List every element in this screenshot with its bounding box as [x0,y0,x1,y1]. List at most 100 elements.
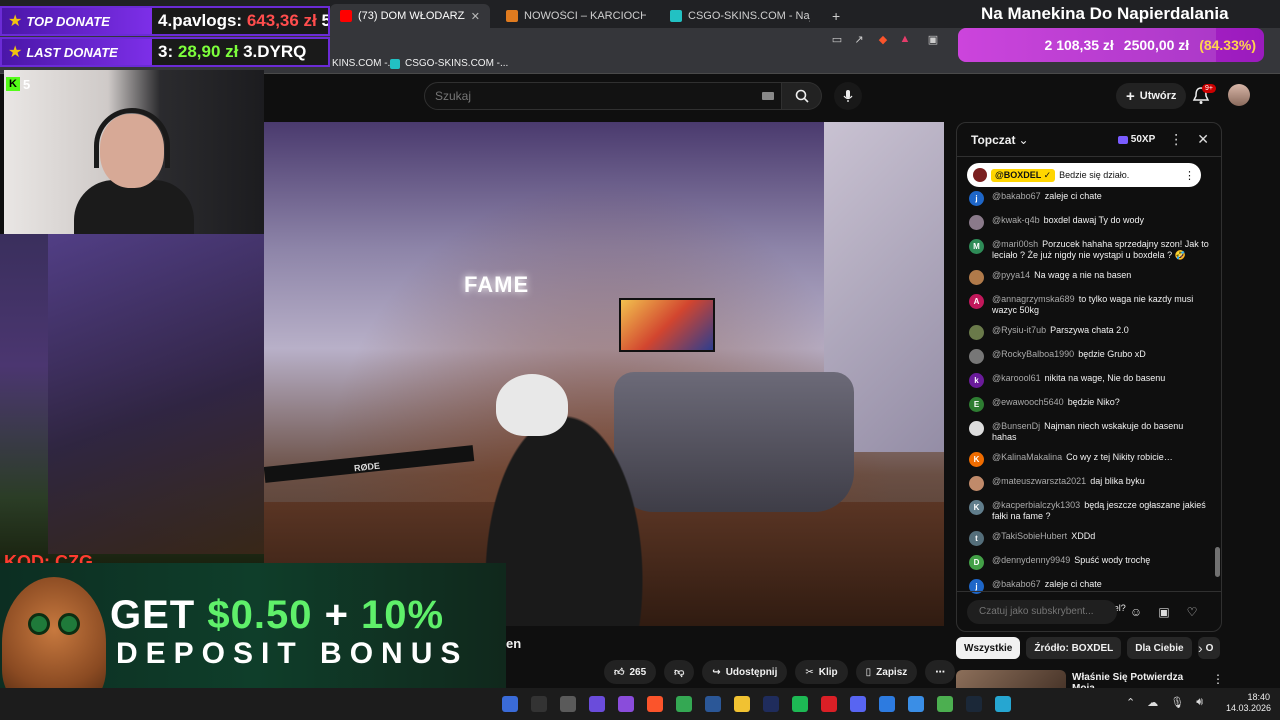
chevron-up-icon[interactable]: ⌃ [1126,696,1135,709]
chat-username[interactable]: @BunsenDj [992,421,1040,431]
close-icon[interactable]: ✕ [471,10,480,23]
chat-message[interactable]: M @mari00sh Porzucek hahaha sprzedajny szo… [969,239,1209,261]
chat-message[interactable]: j @bakabo67 zaleje ci chate [969,191,1209,206]
chat-message[interactable]: @RockyBalboa1990 będzie Grubo xD [969,349,1209,364]
photoshop-icon[interactable] [763,696,779,712]
chat-message[interactable]: k @karoool61 nikita na wage, Nie do basenu [969,373,1209,388]
chat-menu-icon[interactable]: ⋮ [1169,131,1183,148]
tab-csgo-skins[interactable]: CSGO-SKINS.COM - Najlepsze Skrzy [660,4,820,28]
chat-username[interactable]: @bakabo67 [992,579,1041,589]
chat-username[interactable]: @pyya14 [992,270,1030,280]
chat-message[interactable]: @pyya14 Na wagę a nie na basen [969,270,1209,285]
brave-shield-icon[interactable]: ◆ [874,33,892,47]
minecraft-icon[interactable] [937,696,953,712]
chat-username[interactable]: @mateuszwarszta2021 [992,476,1086,486]
chat-username[interactable]: @dennydenny9949 [992,555,1070,565]
chat-message[interactable]: @Rysiu-it7ub Parszywa chata 2.0 [969,325,1209,340]
avatar[interactable] [1228,84,1250,106]
tab-karcioch[interactable]: NOWOŚCI – KARCIOCH [496,4,656,28]
chat-username[interactable]: @kacperbialczyk1303 [992,500,1080,510]
mail-icon[interactable] [502,696,518,712]
chat-username[interactable]: @Rysiu-it7ub [992,325,1046,335]
tab-youtube[interactable]: (73) DOM WŁODARZA IRL: 50 ✕ [330,4,490,28]
chat-username[interactable]: @bakabo67 [992,191,1041,201]
video-player[interactable]: FAME RØDE [264,122,944,626]
extension-icon[interactable]: ▣ [924,33,942,47]
app-blue3-icon[interactable] [908,696,924,712]
spotify-icon[interactable] [792,696,808,712]
cast-icon[interactable]: ▭ [828,33,846,47]
steam-icon[interactable] [966,696,982,712]
cc-icon[interactable] [821,696,837,712]
folder-icon[interactable] [734,696,750,712]
chevron-right-icon[interactable]: › [1198,640,1203,656]
github-icon[interactable] [531,696,547,712]
chip-source[interactable]: Źródło: BOXDEL [1026,637,1122,659]
heart-icon[interactable]: ♡ [1183,603,1201,621]
app-x-icon[interactable] [618,696,634,712]
chat-message[interactable]: t @TakiSobieHubert XDDd [969,531,1209,546]
bookmark-1[interactable]: KINS.COM -... [332,58,396,69]
bookmark-2[interactable]: CSGO-SKINS.COM -... [390,58,508,69]
xp-badge[interactable]: 50XP [1117,134,1155,145]
chat-username[interactable]: @ewawooch5640 [992,397,1064,407]
share-button[interactable]: ↪ Udostępnij [702,660,788,684]
search-icon [795,89,809,103]
share-page-icon[interactable]: ↗ [850,33,868,47]
chat-input[interactable] [967,599,1117,624]
chat-scrollbar[interactable] [1215,547,1220,577]
new-tab-button[interactable]: + [822,4,846,28]
chat-message[interactable]: @mateuszwarszta2021 daj blika byku [969,476,1209,491]
chat-message[interactable]: A @annagrzymska689 to tylko waga nie kazdy… [969,294,1209,316]
voice-search-button[interactable] [834,82,862,110]
chevron-down-icon[interactable]: ⌄ [1018,133,1028,147]
chat-mode-title[interactable]: Topczat [971,133,1015,147]
rec-menu-icon[interactable]: ⋮ [1212,672,1224,686]
brave-rewards-icon[interactable]: ▲ [896,33,914,47]
avatar [973,168,987,182]
chrome-icon[interactable] [676,696,692,712]
chat-username[interactable]: @kwak-q4b [992,215,1040,225]
mic-tray-icon[interactable]: 🎙︎ [1170,696,1184,709]
pinned-menu-icon[interactable]: ⋮ [1184,169,1195,182]
cloud-icon[interactable]: ☁ [1147,696,1158,709]
save-button[interactable]: ▯ Zapisz [855,660,918,684]
app-blue-icon[interactable] [705,696,721,712]
pinned-message[interactable]: @BOXDEL ✓ Bedzie się działo. ⋮ [967,163,1201,187]
app-blue2-icon[interactable] [879,696,895,712]
obs-icon[interactable] [560,696,576,712]
chat-username[interactable]: @mari00sh [992,239,1038,249]
search-button[interactable] [782,82,822,110]
search-input[interactable] [424,82,782,110]
keyboard-icon[interactable] [762,92,774,100]
chat-message[interactable]: D @dennydenny9949 Spuść wody trochę [969,555,1209,570]
chat-username[interactable]: @TakiSobieHubert [992,531,1067,541]
chat-username[interactable]: @annagrzymska689 [992,294,1075,304]
app-cyan-icon[interactable] [995,696,1011,712]
create-button[interactable]: + Utwórz [1116,83,1187,109]
clip-button[interactable]: ✂ Klip [795,660,848,684]
like-button[interactable]: 👍︎ 265 [604,660,657,684]
chat-message[interactable]: K @kacperbialczyk1303 będą jeszcze ogłasza… [969,500,1209,522]
discord-icon[interactable] [850,696,866,712]
star-icon: ★ [8,44,23,61]
more-actions-button[interactable]: ⋯ [925,660,956,684]
clock[interactable]: 18:40 14.03.2026 [1226,692,1271,714]
chat-username[interactable]: @KalinaMakalina [992,452,1062,462]
chat-message[interactable]: @kwak-q4b boxdel dawaj Ty do wody [969,215,1209,230]
super-chat-icon[interactable]: ▣ [1155,603,1173,621]
chat-message[interactable]: E @ewawooch5640 będzie Niko? [969,397,1209,412]
goal-title: Na Manekina Do Napierdalania [981,4,1229,23]
close-icon[interactable]: ✕ [1197,131,1209,148]
chat-message[interactable]: K @KalinaMakalina Co wy z tej Nikity robic… [969,452,1209,467]
dislike-button[interactable]: 👎︎ [664,660,695,684]
chip-all[interactable]: Wszystkie [956,637,1021,659]
chip-for-you[interactable]: Dla Ciebie [1127,637,1192,659]
app-purple-icon[interactable] [589,696,605,712]
chat-username[interactable]: @karoool61 [992,373,1041,383]
chat-message[interactable]: @BunsenDj Najman niech wskakuje do basenu… [969,421,1209,443]
speaker-icon[interactable]: 🔊︎ [1196,696,1203,709]
brave-icon[interactable] [647,696,663,712]
emoji-icon[interactable]: ☺ [1127,603,1145,621]
chat-username[interactable]: @RockyBalboa1990 [992,349,1074,359]
